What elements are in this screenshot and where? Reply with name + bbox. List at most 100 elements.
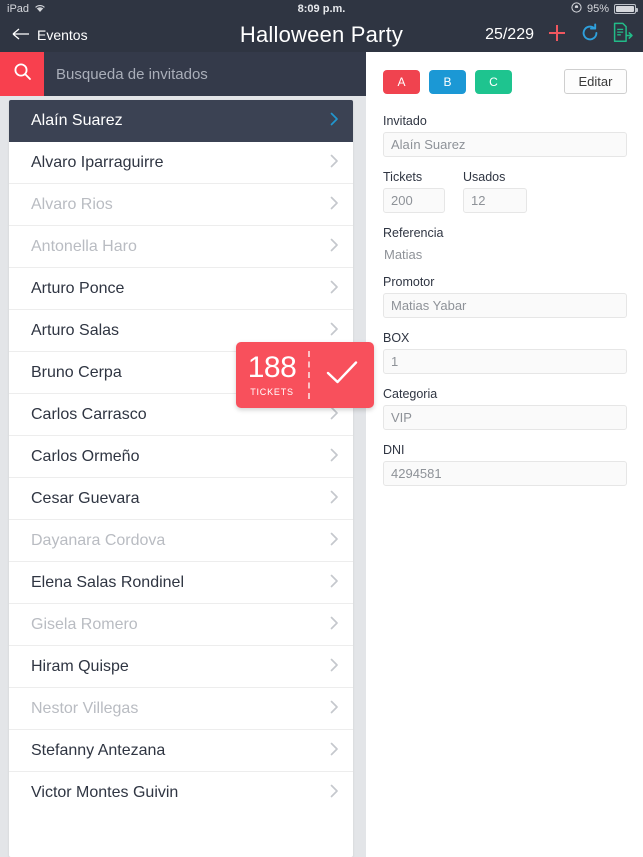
rotation-lock-icon [571,2,582,16]
chevron-right-icon [330,616,339,634]
tag-button-b[interactable]: B [429,69,466,94]
guest-name: Stefanny Antezana [31,741,166,759]
guest-list-pane: Alaín Suarez Alvaro Iparraguirre Alvaro Ri… [0,52,366,857]
check-icon [325,359,359,392]
ticket-badge-left: 188 TICKETS [236,351,308,398]
nav-bar: Eventos Halloween Party 25/229 [0,18,643,52]
field-tickets-label: Tickets [383,170,423,184]
refresh-button[interactable] [580,22,600,48]
field-referencia: Referencia Matias [383,226,627,262]
chevron-right-icon [330,448,339,466]
guest-name: Alvaro Rios [31,195,113,213]
search-button[interactable] [0,52,44,96]
back-button[interactable]: Eventos [0,27,88,44]
chevron-right-icon [330,322,339,340]
search-input[interactable] [44,52,366,96]
app-root: iPad 8:09 p.m. 95% Eventos Halloween Par… [0,0,643,857]
guest-detail-pane: A B C Editar Invitado Alaín Suarez Ticke… [366,52,643,857]
field-usados-value[interactable]: 12 [463,188,527,213]
nav-bar-actions: 25/229 [485,22,633,48]
field-categoria: Categoria VIP [383,387,627,430]
status-bar: iPad 8:09 p.m. 95% [0,0,643,18]
field-dni-label: DNI [383,443,405,457]
chevron-right-icon [330,406,339,424]
status-bar-time: 8:09 p.m. [297,3,346,15]
guest-name: Alaín Suarez [31,111,123,129]
guest-name: Hiram Quispe [31,657,129,675]
chevron-right-icon [330,238,339,256]
ticket-count: 188 [247,351,297,384]
search-icon [13,62,32,86]
field-box-label: BOX [383,331,410,345]
guest-name: Nestor Villegas [31,699,139,717]
guest-list[interactable]: Alaín Suarez Alvaro Iparraguirre Alvaro Ri… [9,100,353,857]
guest-name: Gisela Romero [31,615,138,633]
field-referencia-value: Matias [384,247,423,262]
field-promotor: Promotor Matias Yabar [383,275,627,318]
tag-button-a[interactable]: A [383,69,420,94]
chevron-right-icon [330,280,339,298]
guest-list-item[interactable]: Nestor Villegas [9,688,353,730]
field-dni-value[interactable]: 4294581 [383,461,627,486]
guest-list-item[interactable]: Elena Salas Rondinel [9,562,353,604]
guest-list-item[interactable]: Antonella Haro [9,226,353,268]
field-promotor-label: Promotor [383,275,435,289]
ticket-badge-right [310,359,374,392]
guest-list-item[interactable]: Carlos Ormeño [9,436,353,478]
guest-list-item[interactable]: Alvaro Rios [9,184,353,226]
export-button[interactable] [613,22,633,48]
arrow-left-icon [12,27,31,44]
field-referencia-label: Referencia [383,226,444,240]
field-promotor-value[interactable]: Matias Yabar [383,293,627,318]
guest-list-item[interactable]: Alvaro Iparraguirre [9,142,353,184]
guest-name: Antonella Haro [31,237,137,255]
field-invitado: Invitado Alaín Suarez [383,114,627,157]
edit-button[interactable]: Editar [564,69,627,94]
field-group-tickets: Tickets 200 Usados 12 [383,170,627,213]
guest-list-item[interactable]: Gisela Romero [9,604,353,646]
field-tickets-value[interactable]: 200 [383,188,445,213]
guest-list-item[interactable]: Stefanny Antezana [9,730,353,772]
battery-percent: 95% [586,3,609,15]
guest-list-item[interactable]: Victor Montes Guivin [9,772,353,814]
guest-name: Cesar Guevara [31,489,140,507]
plus-icon [547,23,567,48]
chevron-right-icon [330,154,339,172]
field-box-value[interactable]: 1 [383,349,627,374]
chevron-right-icon [330,532,339,550]
chevron-right-icon [330,700,339,718]
field-usados-label: Usados [463,170,506,184]
guest-name: Arturo Ponce [31,279,125,297]
chevron-right-icon [330,658,339,676]
guest-name: Victor Montes Guivin [31,784,179,801]
ticket-count-badge[interactable]: 188 TICKETS [236,342,374,408]
guest-name: Carlos Carrasco [31,405,147,423]
field-dni: DNI 4294581 [383,443,627,486]
field-categoria-label: Categoria [383,387,438,401]
status-bar-right: 95% [571,2,638,16]
document-export-icon [613,22,633,48]
chevron-right-icon [330,490,339,508]
chevron-right-icon [330,196,339,214]
field-categoria-value[interactable]: VIP [383,405,627,430]
guest-list-item[interactable]: Hiram Quispe [9,646,353,688]
chevron-right-icon [330,784,339,802]
guest-name: Elena Salas Rondinel [31,573,184,591]
field-invitado-value[interactable]: Alaín Suarez [383,132,627,157]
chevron-right-icon [330,574,339,592]
ticket-count-label: TICKETS [250,387,294,397]
battery-icon [614,4,638,14]
guest-name: Alvaro Iparraguirre [31,153,164,171]
tag-row: A B C Editar [383,69,627,94]
guest-list-item[interactable]: Dayanara Cordova [9,520,353,562]
chevron-right-icon [330,112,339,130]
search-bar [0,52,366,96]
guest-list-item[interactable]: Arturo Ponce [9,268,353,310]
tag-button-c[interactable]: C [475,69,512,94]
guest-list-item[interactable]: Cesar Guevara [9,478,353,520]
add-guest-button[interactable] [547,23,567,48]
guest-list-item[interactable]: Alaín Suarez [9,100,353,142]
refresh-icon [580,22,600,48]
guest-name: Arturo Salas [31,321,120,339]
field-tickets: Tickets 200 [383,170,445,213]
